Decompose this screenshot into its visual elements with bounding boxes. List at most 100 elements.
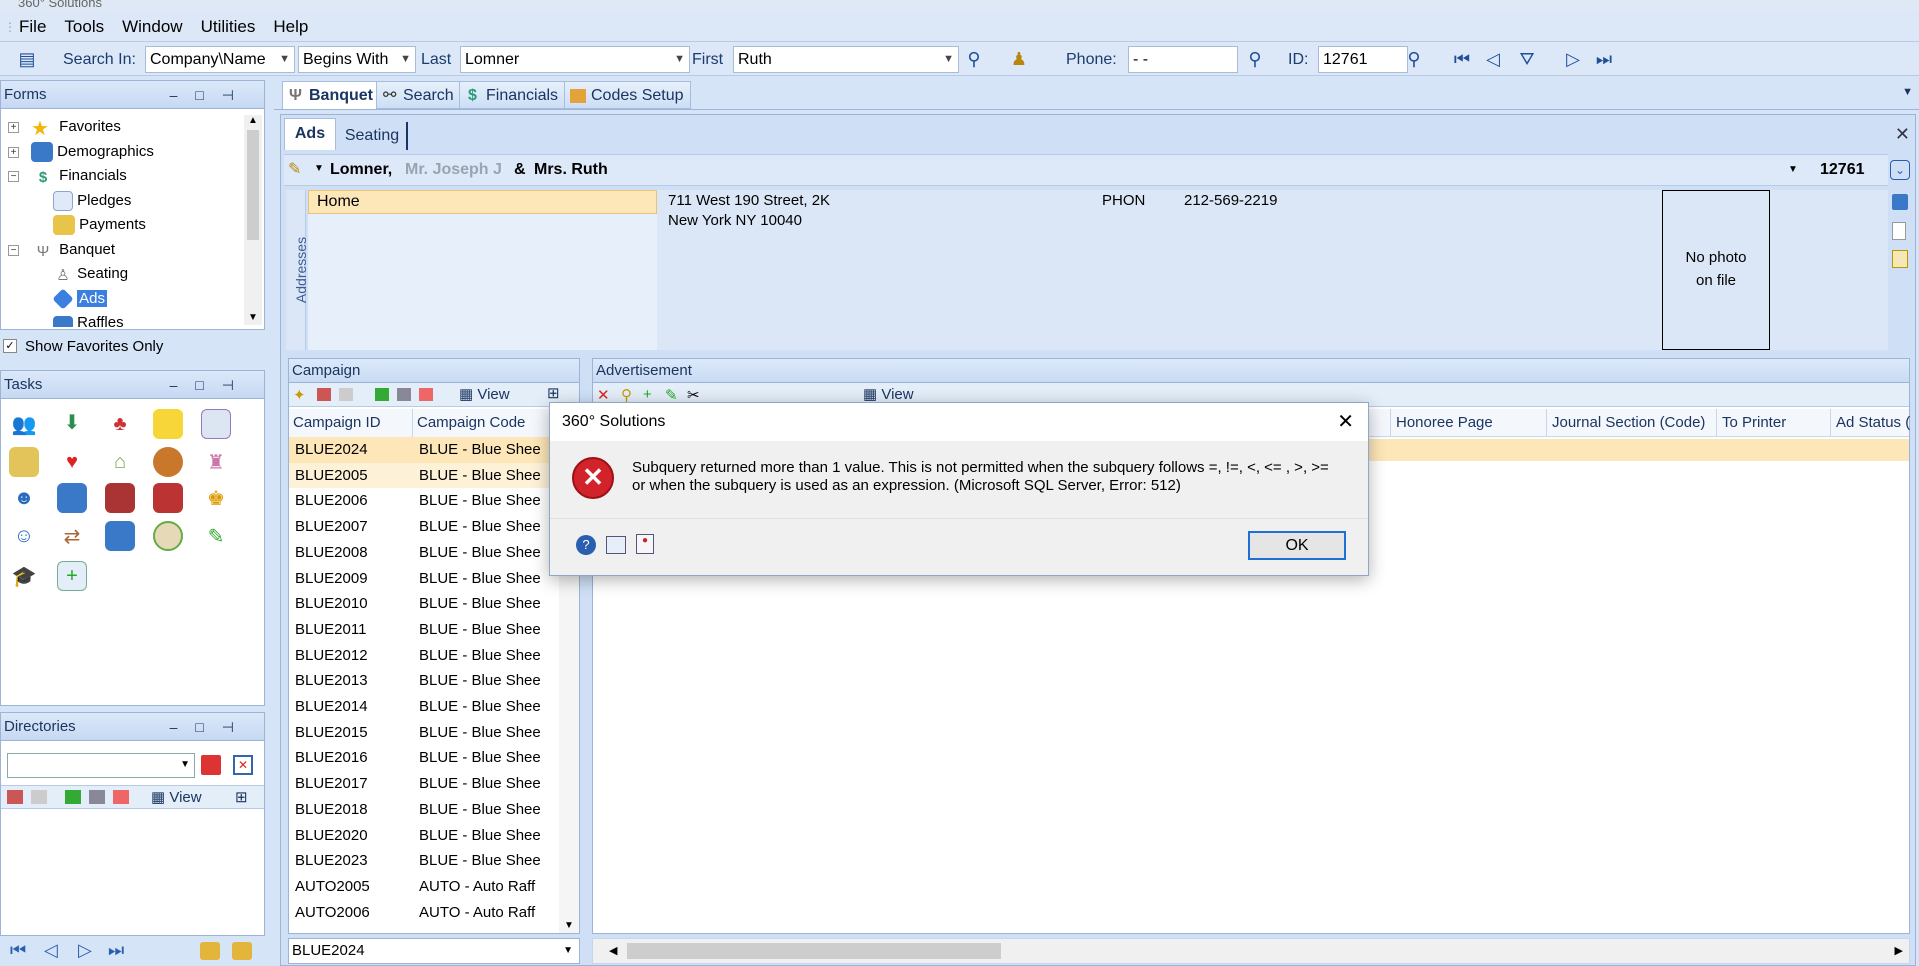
scroll-up-icon[interactable]: ▲: [244, 115, 262, 126]
tree-item-financials[interactable]: − $ Financials: [1, 164, 241, 189]
add-person-task-icon[interactable]: 👥: [9, 409, 39, 439]
tab-seating[interactable]: Seating: [338, 122, 408, 150]
tab-banquet[interactable]: Ψ Banquet: [282, 81, 380, 109]
directory-select[interactable]: ▼: [7, 753, 195, 778]
excel-icon[interactable]: [65, 790, 81, 804]
table-row[interactable]: BLUE2009 BLUE - Blue Shee: [289, 566, 557, 592]
details-icon[interactable]: ●: [636, 534, 654, 554]
layout-icon[interactable]: ⊞: [235, 788, 248, 806]
col-honoree-page[interactable]: Honoree Page: [1390, 409, 1546, 437]
delete-icon[interactable]: ✕: [233, 755, 253, 775]
layout-icon[interactable]: ⊞: [547, 384, 560, 402]
table-row[interactable]: BLUE2012 BLUE - Blue Shee: [289, 643, 557, 669]
add-person-icon[interactable]: ♟: [1008, 48, 1030, 70]
view-button[interactable]: ▦ View: [863, 385, 914, 403]
col-to-printer[interactable]: To Printer: [1716, 409, 1830, 437]
print-icon[interactable]: [397, 388, 411, 401]
preview-icon[interactable]: [419, 388, 433, 401]
prev-icon[interactable]: ◁: [44, 940, 58, 961]
panel-controls[interactable]: –□⊣: [170, 713, 252, 741]
save-icon[interactable]: [201, 755, 221, 775]
campaign-selector[interactable]: BLUE2024 ▼: [288, 938, 580, 964]
match-type-select[interactable]: Begins With ▼: [298, 46, 416, 73]
table-row[interactable]: BLUE2024 BLUE - Blue Shee: [289, 437, 557, 463]
tree-item-seating[interactable]: ♙ Seating: [1, 262, 241, 287]
first-name-input[interactable]: Ruth ▼: [733, 46, 959, 73]
table-row[interactable]: BLUE2016 BLUE - Blue Shee: [289, 745, 557, 771]
note-task-icon[interactable]: [153, 409, 183, 439]
seating-task-icon[interactable]: [105, 483, 135, 513]
open-folder-icon[interactable]: [232, 942, 252, 960]
tab-financials[interactable]: $ Financials: [459, 81, 566, 109]
search-in-select[interactable]: Company\Name ▼: [145, 46, 295, 73]
expand-icon[interactable]: +: [8, 146, 19, 158]
panel-controls[interactable]: –□⊣: [170, 371, 252, 399]
wand-icon[interactable]: ✦: [293, 386, 306, 404]
edit-person-icon[interactable]: ✎: [288, 159, 308, 179]
table-row[interactable]: BLUE2007 BLUE - Blue Shee: [289, 514, 557, 540]
preview-icon[interactable]: [113, 790, 129, 804]
last-name-input[interactable]: Lomner ▼: [460, 46, 690, 73]
notebook-icon[interactable]: [1892, 250, 1908, 268]
table-row[interactable]: BLUE2020 BLUE - Blue Shee: [289, 823, 557, 849]
menu-window[interactable]: Window: [113, 12, 191, 42]
table-row[interactable]: AUTO2005 AUTO - Auto Raff: [289, 874, 557, 900]
table-row[interactable]: BLUE2013 BLUE - Blue Shee: [289, 668, 557, 694]
calendar-task-icon[interactable]: [57, 483, 87, 513]
menu-tools[interactable]: Tools: [55, 12, 113, 42]
col-ad-status[interactable]: Ad Status (C: [1830, 409, 1910, 437]
scroll-left-icon[interactable]: ◀: [609, 944, 617, 957]
next-icon[interactable]: ▷: [78, 940, 92, 961]
graduation-task-icon[interactable]: 🎓: [9, 561, 39, 591]
expand-down-icon[interactable]: ⌄: [1890, 160, 1910, 180]
form-task-icon[interactable]: [201, 409, 231, 439]
tab-search[interactable]: ⚯ Search: [376, 81, 461, 109]
table-row[interactable]: BLUE2008 BLUE - Blue Shee: [289, 540, 557, 566]
collapse-icon[interactable]: −: [8, 244, 19, 256]
photo-placeholder[interactable]: No photo on file: [1662, 190, 1770, 350]
address-type-home[interactable]: Home: [308, 190, 657, 214]
chevron-down-icon[interactable]: ▼: [1788, 164, 1798, 175]
view-button[interactable]: ▦ View: [151, 788, 202, 806]
house-task-icon[interactable]: ⌂: [105, 447, 135, 477]
show-favorites-row[interactable]: ✓ Show Favorites Only: [0, 334, 265, 358]
table-row[interactable]: BLUE2015 BLUE - Blue Shee: [289, 720, 557, 746]
download-task-icon[interactable]: ⬇: [57, 407, 87, 437]
next-record-icon[interactable]: ▷: [1562, 48, 1584, 70]
id-search-icon[interactable]: ⚲: [1403, 48, 1425, 70]
table-row[interactable]: BLUE2017 BLUE - Blue Shee: [289, 771, 557, 797]
copy-message-icon[interactable]: [606, 536, 626, 554]
tab-ads[interactable]: Ads: [284, 118, 336, 150]
edit-task-icon[interactable]: ✎: [201, 521, 231, 551]
scroll-down-icon[interactable]: ▼: [564, 920, 574, 931]
add-folder-icon[interactable]: [200, 942, 220, 960]
search-icon[interactable]: ⚲: [963, 48, 985, 70]
print-icon[interactable]: [89, 790, 105, 804]
first-icon[interactable]: ⏮: [10, 940, 26, 961]
view-button[interactable]: ▦ View: [459, 385, 510, 403]
copy-icon[interactable]: [31, 790, 47, 804]
tree-item-demographics[interactable]: + Demographics: [1, 140, 241, 165]
archive-task-icon[interactable]: [105, 521, 135, 551]
scroll-right-icon[interactable]: ▶: [1895, 944, 1903, 957]
scroll-down-icon[interactable]: ▼: [244, 312, 262, 323]
tree-scrollbar[interactable]: ▲ ▼: [244, 115, 262, 325]
contacts-task-icon[interactable]: ☺: [9, 521, 39, 551]
close-icon[interactable]: ✕: [1895, 124, 1910, 145]
previous-record-icon[interactable]: ◁: [1482, 48, 1504, 70]
table-row[interactable]: BLUE2018 BLUE - Blue Shee: [289, 797, 557, 823]
tree-item-favorites[interactable]: + ★ Favorites: [1, 115, 241, 140]
show-favorites-checkbox[interactable]: ✓: [3, 339, 17, 353]
chevron-down-icon[interactable]: ▼: [314, 163, 324, 174]
col-campaign-id[interactable]: Campaign ID: [289, 409, 413, 437]
filter-icon[interactable]: ⛛: [1516, 48, 1538, 70]
table-row[interactable]: BLUE2014 BLUE - Blue Shee: [289, 694, 557, 720]
form-icon[interactable]: ▤: [16, 48, 38, 70]
address-book-icon[interactable]: [1892, 194, 1908, 210]
phone-search-icon[interactable]: ⚲: [1244, 48, 1266, 70]
note-icon[interactable]: [1892, 222, 1906, 240]
money-task-icon[interactable]: [9, 447, 39, 477]
tab-codes-setup[interactable]: Codes Setup: [564, 81, 691, 109]
first-record-icon[interactable]: ⏮: [1451, 48, 1473, 70]
export-icon[interactable]: [7, 790, 23, 804]
